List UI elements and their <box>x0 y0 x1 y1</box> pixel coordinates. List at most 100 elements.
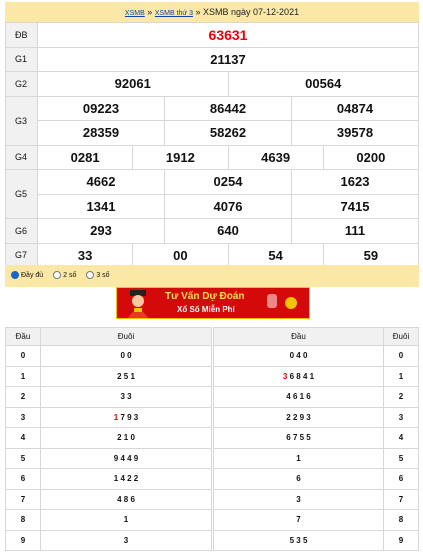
banner-subtitle: Xổ Số Miễn Phí <box>177 305 235 314</box>
row-db: ĐB 63631 <box>5 22 419 48</box>
table-row: 2 3 3 <box>5 386 212 408</box>
loto-digits: 5 3 5 <box>289 535 308 545</box>
table-row: 66 <box>213 468 419 490</box>
radio-checked-icon[interactable] <box>11 271 19 280</box>
prize-number: 09223 <box>37 95 165 121</box>
loto-key: 1 <box>5 365 41 387</box>
loto-digits: 6 <box>296 474 301 484</box>
loto-digits: 6 7 5 5 <box>286 433 311 443</box>
loto-digits: 3 3 <box>120 392 132 402</box>
column-header: Đầu <box>213 327 384 346</box>
loto-values: 2 2 9 3 <box>213 406 384 428</box>
coin-icon <box>285 297 297 309</box>
table-row: 93 <box>5 529 212 551</box>
breadcrumb: XSMB » XSMB thứ 3 » XSMB ngày 07-12-2021 <box>5 2 419 22</box>
loto-key: 3 <box>383 406 419 428</box>
table-row: 5 9 4 4 9 <box>5 447 212 469</box>
loto-key: 9 <box>5 529 41 551</box>
loto-values: 6 <box>213 468 384 490</box>
row-g2: G2 92061 00564 <box>5 71 419 97</box>
loto-digits: 9 4 4 9 <box>113 453 139 463</box>
loto-values: 2 1 0 <box>40 427 212 449</box>
prize-number: 59 <box>322 242 420 268</box>
table-row: 37 <box>213 488 419 510</box>
loto-values: 6 7 5 5 <box>213 427 384 449</box>
prize-label: G6 <box>5 218 38 244</box>
loto-key: 2 <box>383 386 419 408</box>
table-row: 4 6 1 6 2 <box>213 386 419 408</box>
loto-digits: 1 4 2 2 <box>113 474 139 484</box>
loto-digits: 6 8 4 1 <box>289 371 315 381</box>
loto-values: 7 <box>213 509 384 531</box>
loto-key: 5 <box>5 447 41 469</box>
loto-digits: 7 9 3 <box>120 412 139 422</box>
loto-values: 2 5 1 <box>40 365 212 387</box>
prize-number: 28359 <box>37 120 165 146</box>
table-row: 3 6 8 4 11 <box>213 365 419 387</box>
fortune-god-icon <box>128 290 148 318</box>
table-header: Đầu Đuôi <box>213 327 419 346</box>
loto-key: 3 <box>5 406 41 428</box>
table-header: Đầu Đuôi <box>5 327 212 346</box>
loto-values: 0 4 0 <box>213 345 384 367</box>
radio-icon[interactable] <box>53 271 62 280</box>
loto-key: 6 <box>5 468 41 490</box>
prize-number: 0281 <box>36 144 134 170</box>
prize-number: 39578 <box>291 120 419 146</box>
loto-key: 9 <box>383 529 419 551</box>
loto-digits: 2 1 0 <box>117 433 135 443</box>
option-three-digits[interactable]: 3 số <box>86 271 110 280</box>
loto-values: 1 7 9 3 <box>40 406 212 428</box>
loto-key: 8 <box>5 509 41 531</box>
loto-values: 3 <box>213 488 384 510</box>
table-row: 2 2 9 3 3 <box>213 406 419 428</box>
table-row: 81 <box>5 509 212 531</box>
breadcrumb-link-xsmb[interactable]: XSMB <box>125 10 145 17</box>
column-header: Đuôi <box>40 327 212 346</box>
prize-number: 00 <box>132 242 229 268</box>
breadcrumb-separator: » <box>147 7 153 17</box>
loto-digits: 1 <box>123 515 129 525</box>
row-g3b: 28359 58262 39578 <box>6 120 419 146</box>
loto-key: 4 <box>5 427 41 449</box>
loto-digits: 4 8 6 <box>117 494 135 504</box>
loto-values: 3 6 8 4 1 <box>213 365 384 387</box>
option-two-digits[interactable]: 2 số <box>53 271 76 280</box>
prize-number: 1623 <box>291 169 419 195</box>
loto-values: 4 8 6 <box>40 488 212 510</box>
radio-icon[interactable] <box>86 271 95 280</box>
loto-digits: 1 <box>296 453 301 463</box>
option-full[interactable]: Đầy đủ <box>11 271 43 280</box>
loto-values: 3 <box>40 529 212 551</box>
row-g3: G3 09223 86442 04874 <box>5 95 419 146</box>
prize-label: G7 <box>5 242 38 268</box>
prize-number: 0200 <box>322 144 420 170</box>
loto-digits: 0 4 0 <box>289 351 308 361</box>
loto-tail-table: Đầu Đuôi 0 4 003 6 8 4 114 6 1 622 2 9 3… <box>213 327 419 551</box>
table-row: 1 2 5 1 <box>5 365 212 387</box>
prize-number: 00564 <box>227 71 419 97</box>
prize-number: 58262 <box>164 120 292 146</box>
table-row: 0 0 0 <box>5 345 212 367</box>
table-row: 31 7 9 3 <box>5 406 212 428</box>
table-row: 5 3 5 9 <box>213 529 419 551</box>
prize-label: G2 <box>5 71 38 97</box>
breadcrumb-link-xsmb-tue[interactable]: XSMB thứ 3 <box>155 10 193 17</box>
prize-number: 1912 <box>132 144 229 170</box>
loto-digits: 3 <box>123 535 129 545</box>
row-g5: G5 4662 0254 1623 <box>5 169 419 219</box>
loto-key: 0 <box>383 345 419 367</box>
loto-values: 4 6 1 6 <box>213 386 384 408</box>
table-row: 6 7 5 5 4 <box>213 427 419 449</box>
prize-number: 293 <box>37 218 165 244</box>
row-g7: G7 33 00 54 59 <box>5 242 420 268</box>
loto-values: 3 3 <box>40 386 212 408</box>
table-row: 15 <box>213 447 419 469</box>
prize-number: 1341 <box>37 193 165 219</box>
row-g5b: 1341 4076 7415 <box>6 193 419 219</box>
loto-values: 9 4 4 9 <box>40 447 212 469</box>
prize-number: 86442 <box>164 95 292 121</box>
advert-banner[interactable]: Tư Vấn Dự Đoán Xổ Số Miễn Phí <box>116 287 310 319</box>
loto-values: 1 4 2 2 <box>40 468 212 490</box>
row-g1: G1 21137 <box>5 46 419 72</box>
